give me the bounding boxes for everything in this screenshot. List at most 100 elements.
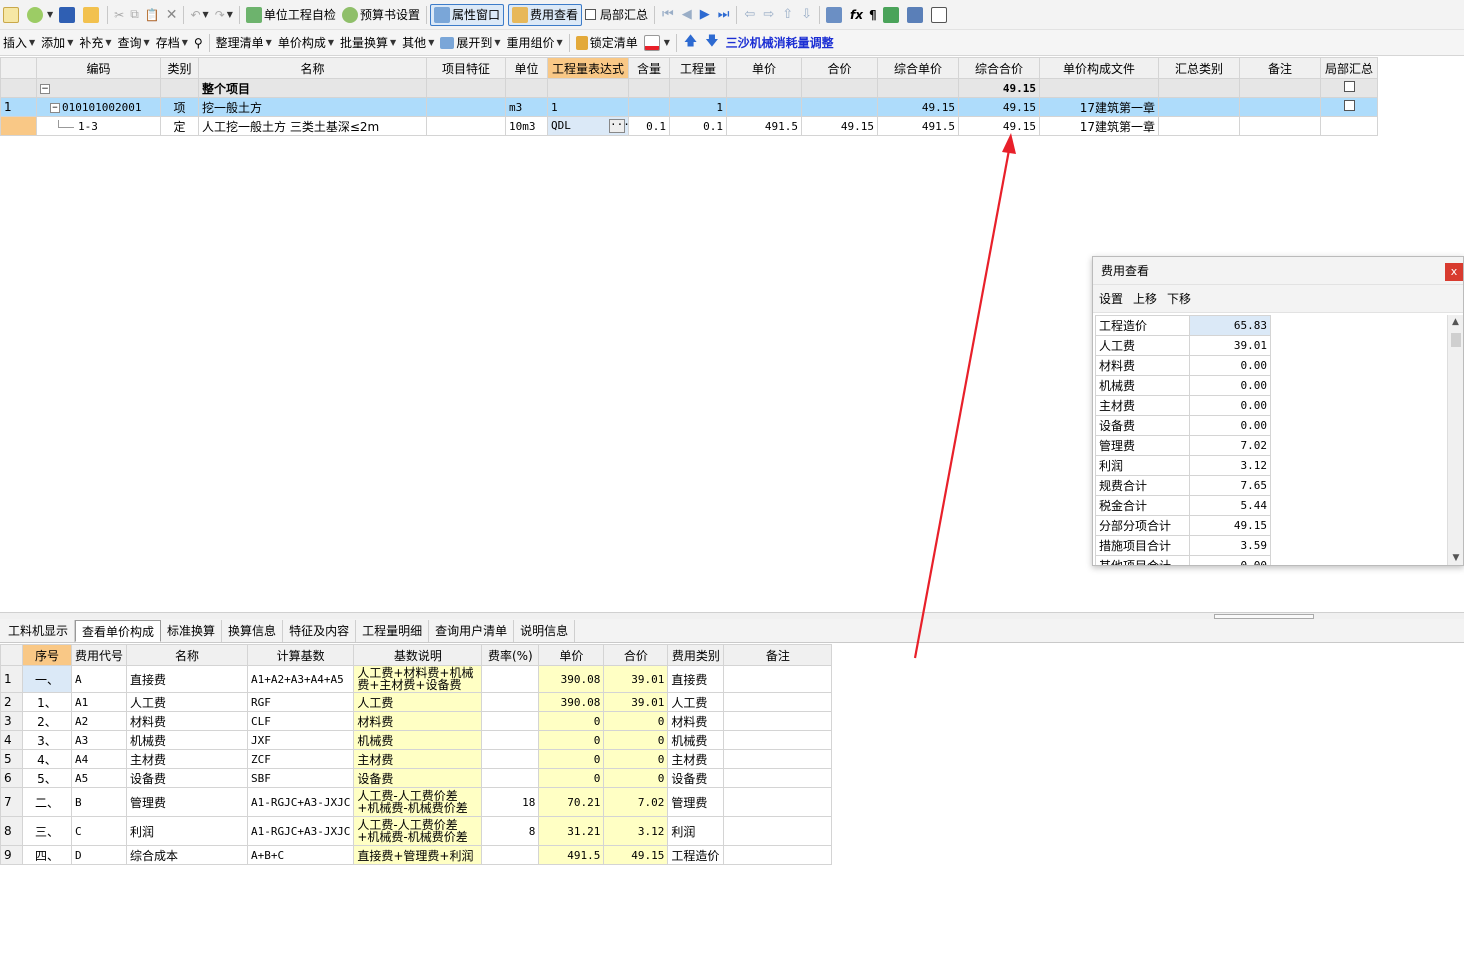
cell-name[interactable]: 利润 — [126, 816, 249, 846]
cell-note[interactable] — [723, 730, 833, 750]
cell-name[interactable]: 主材费 — [126, 749, 249, 769]
expand-to-menu[interactable]: 展开到 ▼ — [437, 32, 503, 54]
fee-row[interactable]: 人工费 39.01 — [1095, 335, 1271, 356]
attribute-window-toggle[interactable]: 属性窗口 — [429, 3, 504, 26]
cell-rate[interactable]: 8 — [481, 816, 540, 846]
col-header-sum-type[interactable]: 汇总类别 — [1158, 57, 1240, 79]
cell-base[interactable]: JXF — [247, 730, 355, 750]
expr-edit-cell[interactable]: QDL ··· — [547, 116, 629, 136]
close-icon[interactable]: x — [1445, 263, 1463, 281]
move-right-icon[interactable]: ⇨ — [759, 7, 778, 22]
first-icon[interactable]: ⏮ — [658, 7, 678, 22]
cell-note[interactable] — [723, 692, 833, 712]
pane-splitter[interactable] — [0, 612, 1464, 619]
cell-name[interactable]: 管理费 — [126, 787, 249, 817]
cell-base[interactable]: RGF — [247, 692, 355, 712]
prev-icon[interactable]: ◀ — [678, 7, 696, 22]
fee-view-toggle[interactable]: 费用查看 — [507, 3, 582, 26]
col-header-amount[interactable]: 合价 — [801, 57, 878, 79]
batch-convert-menu[interactable]: 批量换算 ▼ — [337, 32, 399, 54]
next-icon[interactable]: ▶ — [696, 7, 714, 22]
cell-name[interactable]: 直接费 — [126, 665, 249, 693]
last-icon[interactable]: ⏭ — [714, 7, 734, 22]
add-menu[interactable]: 添加 ▼ — [38, 32, 76, 54]
cell-rate[interactable]: 18 — [481, 787, 540, 817]
cell-seq[interactable]: 4、 — [22, 749, 72, 769]
table-row[interactable]: 9 四、 D 综合成本 A+B+C 直接费+管理费+利润 491.5 49.15 工程造价 — [0, 845, 833, 865]
cell-name[interactable]: 机械费 — [126, 730, 249, 750]
folder-icon[interactable] — [80, 4, 104, 26]
tab-quantity-detail[interactable]: 工程量明细 — [356, 620, 430, 642]
budget-settings-button[interactable]: 预算书设置 — [339, 4, 423, 26]
cell-base[interactable]: A1-RGJC+A3-JXJC — [247, 787, 355, 817]
cell-seq[interactable]: 2、 — [22, 711, 72, 731]
collapse-icon[interactable]: − — [40, 83, 50, 94]
unit-composition-menu[interactable]: 单价构成 ▼ — [275, 32, 337, 54]
paste-icon[interactable]: 📋 — [142, 4, 163, 26]
move-up-button[interactable]: 上移 — [1133, 290, 1157, 307]
cell-note[interactable] — [723, 665, 833, 693]
fill-color-menu[interactable]: ▼ — [641, 32, 673, 54]
cell-rate[interactable] — [481, 730, 540, 750]
cell-base[interactable]: A+B+C — [247, 845, 355, 865]
col-header-price[interactable]: 单价 — [726, 57, 802, 79]
col-header-content[interactable]: 含量 — [628, 57, 670, 79]
fee-row[interactable]: 其他项目合计0.00 — [1095, 555, 1271, 565]
cell-note[interactable] — [723, 749, 833, 769]
binoculars-icon[interactable]: ⚲ — [191, 32, 206, 54]
up-arrow-icon[interactable]: 🡅 — [680, 32, 701, 54]
cell-name[interactable]: 综合成本 — [126, 845, 249, 865]
cell-name[interactable]: 材料费 — [126, 711, 249, 731]
tab-features[interactable]: 特征及内容 — [283, 620, 357, 642]
cell-name[interactable]: 人工费 — [126, 692, 249, 712]
cell-note[interactable] — [723, 711, 833, 731]
move-left-icon[interactable]: ⇦ — [740, 7, 759, 22]
scroll-up-icon[interactable]: ▲ — [1448, 315, 1463, 329]
cell-seq[interactable]: 二、 — [22, 787, 72, 817]
archive-menu[interactable]: 存档 ▼ — [153, 32, 191, 54]
table-row[interactable]: 2 1、 A1 人工费 RGF 人工费 390.08 39.01 人工费 — [0, 692, 833, 712]
save-icon[interactable] — [56, 4, 80, 26]
table-row[interactable]: 1 −010101002001 项 挖一般土方 m3 1 1 49.15 49.… — [0, 97, 1378, 117]
cell-seq[interactable]: 3、 — [22, 730, 72, 750]
fee-row[interactable]: 规费合计 7.65 — [1095, 475, 1271, 496]
tab-description[interactable]: 说明信息 — [514, 620, 576, 642]
lock-list-button[interactable]: 锁定清单 — [573, 32, 641, 54]
cell-seq[interactable]: 三、 — [22, 816, 72, 846]
table-row[interactable]: 6 5、 A5 设备费 SBF 设备费 0 0 设备费 — [0, 768, 833, 788]
fee-row[interactable]: 机械费 0.00 — [1095, 375, 1271, 396]
tab-convert-info[interactable]: 换算信息 — [222, 620, 284, 642]
scroll-thumb[interactable] — [1451, 333, 1461, 347]
settings-button[interactable]: 设置 — [1099, 290, 1123, 307]
col-header-partial[interactable]: 局部汇总 — [1320, 57, 1378, 79]
fee-row[interactable]: 工程造价 65.83 — [1095, 315, 1271, 336]
fee-row[interactable]: 税金合计 5.44 — [1095, 495, 1271, 516]
cell-base[interactable]: A1+A2+A3+A4+A5 — [247, 665, 355, 693]
partial-summary-checkbox[interactable]: 局部汇总 — [582, 4, 651, 26]
calculator-icon[interactable] — [823, 4, 847, 26]
tab-user-list[interactable]: 查询用户清单 — [429, 620, 515, 642]
move-down-button[interactable]: 下移 — [1167, 290, 1191, 307]
partial-checkbox[interactable] — [1343, 81, 1355, 92]
partial-checkbox[interactable] — [1343, 100, 1355, 111]
scroll-down-icon[interactable]: ▼ — [1448, 551, 1464, 565]
col-header-unit[interactable]: 单位 — [505, 57, 548, 79]
col-header-code[interactable]: 编码 — [36, 57, 161, 79]
formula-icon[interactable]: fx — [847, 4, 866, 26]
copy-icon[interactable]: ⧉ — [127, 4, 142, 26]
cell-note[interactable] — [723, 787, 833, 817]
col-header-qty[interactable]: 工程量 — [669, 57, 727, 79]
cell-rate[interactable] — [481, 768, 540, 788]
table-row[interactable]: 7 二、 B 管理费 A1-RGJC+A3-JXJC 人工费-人工费价差+机械费-机械费价… — [0, 787, 833, 817]
sansha-machine-adjust-link[interactable]: 三沙机械消耗量调整 — [723, 32, 837, 54]
undo-icon[interactable]: ↶ ▼ — [187, 4, 211, 26]
organize-list-menu[interactable]: 整理清单 ▼ — [213, 32, 275, 54]
cut-icon[interactable]: ✂ — [111, 4, 127, 26]
down-arrow-icon[interactable]: 🡇 — [701, 32, 722, 54]
cell-rate[interactable] — [481, 845, 540, 865]
fee-row[interactable]: 措施项目合计 3.59 — [1095, 535, 1271, 556]
cube-icon[interactable] — [880, 4, 904, 26]
cell-note[interactable] — [723, 816, 833, 846]
cell-base[interactable]: ZCF — [247, 749, 355, 769]
new-icon[interactable] — [0, 4, 24, 26]
